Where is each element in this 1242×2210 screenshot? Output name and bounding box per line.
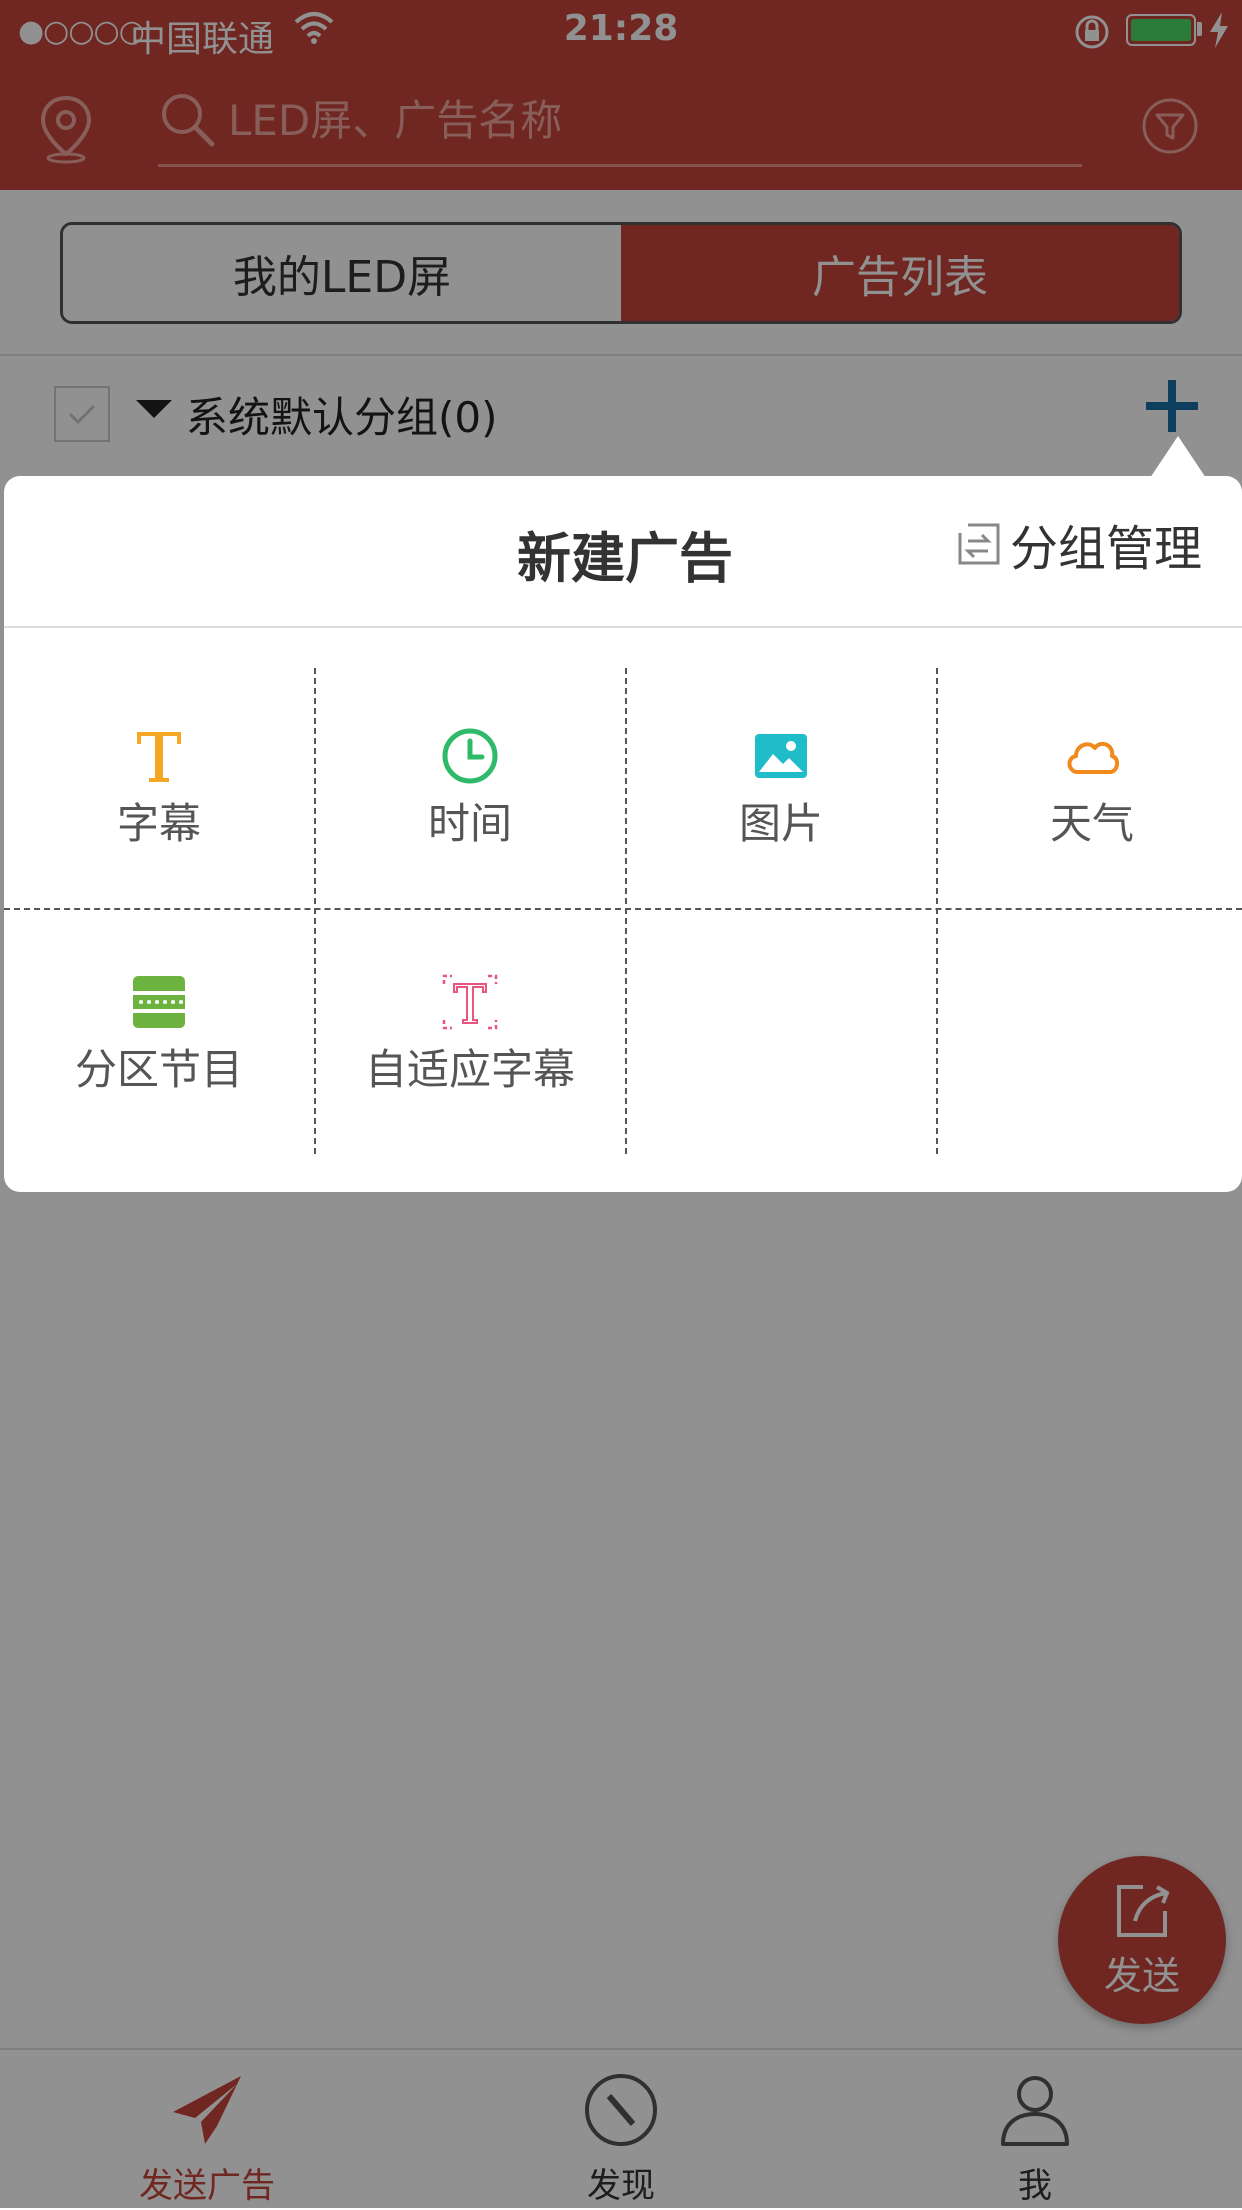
partition-icon xyxy=(133,975,185,1028)
ad-type-label: 图片 xyxy=(738,798,823,848)
ad-type-label: 时间 xyxy=(427,798,512,848)
ad-type-time[interactable]: 时间 xyxy=(315,670,625,906)
group-manage-icon xyxy=(958,523,1000,565)
ad-type-label: 天气 xyxy=(1049,798,1134,848)
ad-type-image[interactable]: 图片 xyxy=(626,670,936,906)
new-ad-popup: 新建广告 分组管理 字幕 时间 图片 天气 分区节目 自适应字幕 xyxy=(4,476,1242,1192)
group-management-button[interactable]: 分组管理 xyxy=(954,512,1203,577)
ad-type-weather[interactable]: 天气 xyxy=(937,670,1242,906)
ad-type-partition-program[interactable]: 分区节目 xyxy=(4,916,314,1152)
ad-type-label: 分区节目 xyxy=(74,1044,243,1094)
ad-type-adaptive-subtitle[interactable]: 自适应字幕 xyxy=(315,916,625,1152)
ad-type-label: 字幕 xyxy=(116,798,201,848)
popup-caret xyxy=(1150,436,1206,478)
grid-line xyxy=(4,908,1242,910)
cloud-icon xyxy=(1067,741,1119,774)
group-management-label: 分组管理 xyxy=(1010,521,1203,577)
ad-type-subtitle[interactable]: 字幕 xyxy=(4,670,314,906)
adaptive-text-icon xyxy=(442,974,498,1029)
popup-separator xyxy=(4,626,1242,628)
text-t-icon xyxy=(137,731,181,782)
ad-type-label: 自适应字幕 xyxy=(364,1044,575,1094)
clock-icon xyxy=(442,728,498,783)
image-icon xyxy=(755,733,807,778)
